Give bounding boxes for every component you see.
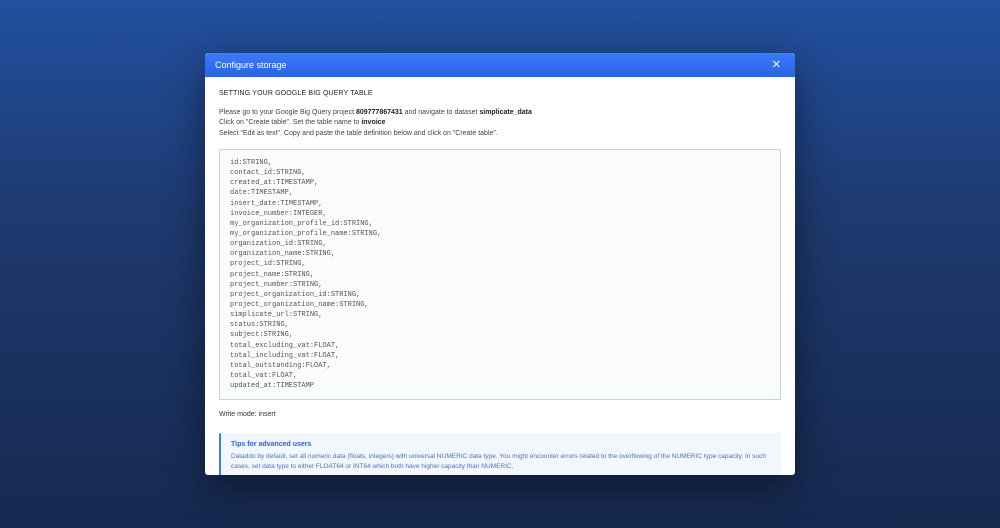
- close-icon[interactable]: ✕: [768, 58, 785, 73]
- write-mode-value: insert: [259, 411, 276, 418]
- section-title: SETTING YOUR GOOGLE BIG QUERY TABLE: [219, 89, 781, 100]
- modal-header: Configure storage ✕: [205, 53, 795, 77]
- project-id: 809777867431: [356, 109, 403, 116]
- modal-body: SETTING YOUR GOOGLE BIG QUERY TABLE Plea…: [205, 77, 795, 475]
- instruction-line-1: Please go to your Google Big Query proje…: [219, 108, 781, 119]
- instr1-prefix: Please go to your Google Big Query proje…: [219, 109, 356, 116]
- tips-body: Dataddo by default, set all numeric data…: [231, 452, 771, 471]
- instr2-prefix: Click on "Create table". Set the table n…: [219, 119, 361, 126]
- instruction-line-3: Select "Edit as text". Copy and paste th…: [219, 129, 781, 140]
- instructions-block: Please go to your Google Big Query proje…: [219, 108, 781, 140]
- table-definition-textbox[interactable]: id:STRING, contact_id:STRING, created_at…: [219, 149, 781, 400]
- tips-panel: Tips for advanced users Dataddo by defau…: [219, 433, 781, 475]
- write-mode-row: Write mode: insert: [219, 410, 781, 421]
- dataset-name: simplicate_data: [479, 109, 532, 116]
- table-name: invoice: [361, 119, 385, 126]
- write-mode-label: Write mode:: [219, 411, 259, 418]
- tips-title: Tips for advanced users: [231, 440, 771, 451]
- instruction-line-2: Click on "Create table". Set the table n…: [219, 118, 781, 129]
- modal-title: Configure storage: [215, 60, 287, 70]
- instr1-mid: and navigate to dataset: [403, 109, 480, 116]
- configure-storage-modal: Configure storage ✕ SETTING YOUR GOOGLE …: [205, 53, 795, 475]
